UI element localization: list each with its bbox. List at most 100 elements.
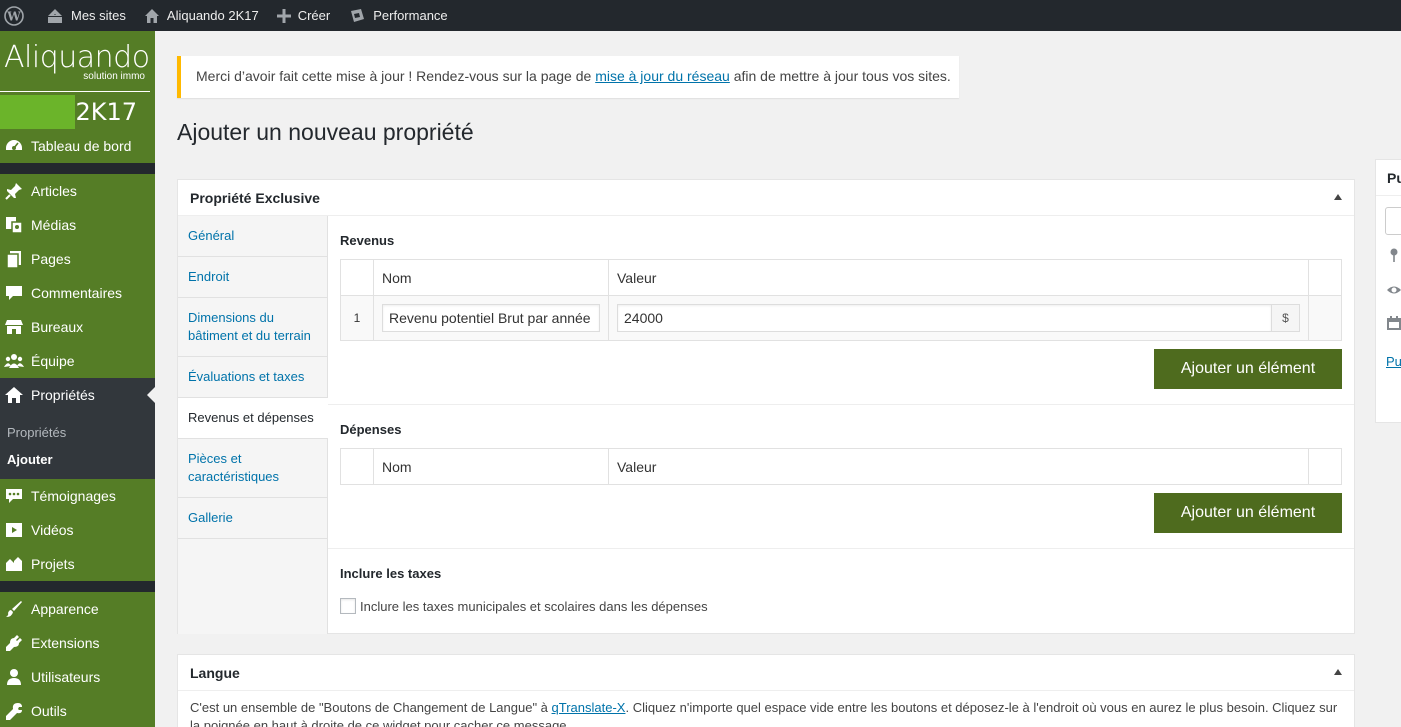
- metabox-header[interactable]: Propriété Exclusive: [178, 180, 1354, 216]
- logo-year: 2K17: [75, 98, 137, 126]
- collapse-arrow-icon[interactable]: [1334, 194, 1342, 200]
- testimonial-icon: [6, 489, 22, 503]
- language-description: C'est un ensemble de "Boutons de Changem…: [178, 691, 1354, 727]
- logo-brand: Aliquando: [4, 40, 150, 75]
- tab-evaluations[interactable]: Évaluations et taxes: [178, 357, 327, 398]
- tab-general[interactable]: Général: [178, 216, 327, 257]
- revenue-value-field: 24000 $: [617, 304, 1300, 332]
- site-name-label: Aliquando 2K17: [166, 8, 259, 23]
- menu-bureaux[interactable]: Bureaux: [0, 310, 155, 344]
- actions-header: [1308, 259, 1342, 296]
- home-icon: [5, 387, 23, 403]
- menu-pages[interactable]: Pages: [0, 242, 155, 276]
- menu-equipe-label: Équipe: [31, 353, 75, 369]
- revenus-label: Revenus: [340, 233, 395, 248]
- performance-menu[interactable]: Performance: [339, 0, 456, 31]
- menu-dashboard-label: Tableau de bord: [31, 138, 132, 154]
- row-actions-cell[interactable]: [1308, 295, 1342, 341]
- video-icon: [6, 523, 22, 537]
- new-content-menu[interactable]: Créer: [268, 0, 340, 31]
- value-header: Valeur: [608, 448, 1309, 485]
- submenu-add-propriete[interactable]: Ajouter: [0, 446, 155, 473]
- user-icon: [7, 669, 21, 685]
- include-taxes-label[interactable]: Inclure les taxes municipales et scolair…: [360, 599, 708, 614]
- menu-articles-label: Articles: [31, 183, 77, 199]
- menu-dashboard[interactable]: Tableau de bord: [0, 129, 155, 163]
- menu-apparence-label: Apparence: [31, 601, 99, 617]
- row-name-cell: Revenu potentiel Brut par année: [373, 295, 609, 341]
- menu-extensions[interactable]: Extensions: [0, 626, 155, 660]
- comments-icon: [6, 286, 22, 300]
- tab-gallerie[interactable]: Gallerie: [178, 498, 327, 539]
- name-header: Nom: [373, 259, 609, 296]
- qtranslate-link[interactable]: qTranslate-X: [552, 700, 626, 715]
- add-expense-button[interactable]: Ajouter un élément: [1154, 493, 1342, 533]
- pages-icon: [6, 251, 21, 269]
- submenu-all-proprietes[interactable]: Propriétés: [0, 419, 155, 446]
- logo-year-bar: 2K17: [0, 95, 155, 129]
- actions-header: [1308, 448, 1342, 485]
- menu-medias-label: Médias: [31, 217, 77, 233]
- new-content-label: Créer: [297, 8, 331, 23]
- revenus-table-header: Nom Valeur: [340, 259, 1342, 296]
- value-header: Valeur: [608, 259, 1309, 296]
- site-logo[interactable]: Aliquando solution immo: [0, 31, 155, 95]
- menu-outils-label: Outils: [31, 703, 67, 719]
- menu-equipe[interactable]: Équipe: [0, 344, 155, 378]
- menu-apparence[interactable]: Apparence: [0, 592, 155, 626]
- depenses-table-header: Nom Valeur: [340, 448, 1342, 485]
- tab-dimensions[interactable]: Dimensions du bâtiment et du terrain: [178, 298, 327, 357]
- include-taxes-checkbox[interactable]: [340, 598, 356, 614]
- menu-medias[interactable]: Médias: [0, 208, 155, 242]
- plugin-icon: [6, 635, 22, 651]
- site-name-menu[interactable]: Aliquando 2K17: [135, 0, 268, 31]
- media-icon: [6, 217, 23, 234]
- pin-icon: [5, 183, 22, 200]
- publish-metabox: Pu Pu: [1375, 159, 1401, 423]
- menu-proprietes-label: Propriétés: [31, 387, 95, 403]
- wordpress-logo-icon[interactable]: W: [0, 0, 37, 31]
- eye-icon: [1387, 286, 1401, 294]
- wrench-icon: [6, 703, 22, 720]
- svg-text:W: W: [6, 9, 21, 23]
- my-sites-menu[interactable]: Mes sites: [37, 0, 135, 31]
- tab-revenus-depenses[interactable]: Revenus et dépenses: [178, 398, 328, 439]
- revenue-name-input[interactable]: Revenu potentiel Brut par année: [382, 304, 600, 332]
- menu-utilisateurs-label: Utilisateurs: [31, 669, 101, 685]
- menu-videos[interactable]: Vidéos: [0, 513, 155, 547]
- language-title: Langue: [190, 665, 240, 681]
- menu-outils[interactable]: Outils: [0, 694, 155, 727]
- menu-commentaires[interactable]: Commentaires: [0, 276, 155, 310]
- currency-append: $: [1272, 304, 1300, 332]
- notice-text-before: Merci d’avoir fait cette mise à jour ! R…: [196, 68, 596, 84]
- row-index[interactable]: 1: [340, 295, 374, 341]
- menu-extensions-label: Extensions: [31, 635, 100, 651]
- section-divider: [328, 548, 1354, 549]
- revenue-value-input[interactable]: 24000: [617, 304, 1272, 332]
- network-update-link[interactable]: mise à jour du réseau: [595, 68, 730, 84]
- menu-projets-label: Projets: [31, 556, 75, 572]
- index-header: [340, 259, 374, 296]
- my-sites-label: Mes sites: [71, 8, 126, 23]
- publish-status-field[interactable]: [1385, 207, 1401, 235]
- row-value-cell: 24000 $: [608, 295, 1309, 341]
- tab-pieces[interactable]: Pièces et caractéristiques: [178, 439, 327, 498]
- network-icon: [48, 8, 62, 23]
- language-header[interactable]: Langue: [178, 655, 1354, 691]
- menu-pages-label: Pages: [31, 251, 71, 267]
- publish-link[interactable]: Pu: [1386, 354, 1401, 369]
- section-divider: [328, 404, 1354, 405]
- menu-proprietes[interactable]: Propriétés: [0, 378, 155, 412]
- menu-articles[interactable]: Articles: [0, 174, 155, 208]
- property-metabox: Propriété Exclusive Général Endroit Dime…: [177, 179, 1355, 634]
- menu-projets[interactable]: Projets: [0, 547, 155, 581]
- menu-utilisateurs[interactable]: Utilisateurs: [0, 660, 155, 694]
- language-metabox: Langue C'est un ensemble de "Boutons de …: [177, 654, 1355, 727]
- buildings-icon: [6, 557, 22, 571]
- tab-endroit[interactable]: Endroit: [178, 257, 327, 298]
- collapse-arrow-icon[interactable]: [1334, 669, 1342, 675]
- proprietes-submenu: Propriétés Ajouter: [0, 412, 155, 479]
- menu-temoignages[interactable]: Témoignages: [0, 479, 155, 513]
- pin-icon: [1390, 248, 1398, 262]
- add-revenue-button[interactable]: Ajouter un élément: [1154, 349, 1342, 389]
